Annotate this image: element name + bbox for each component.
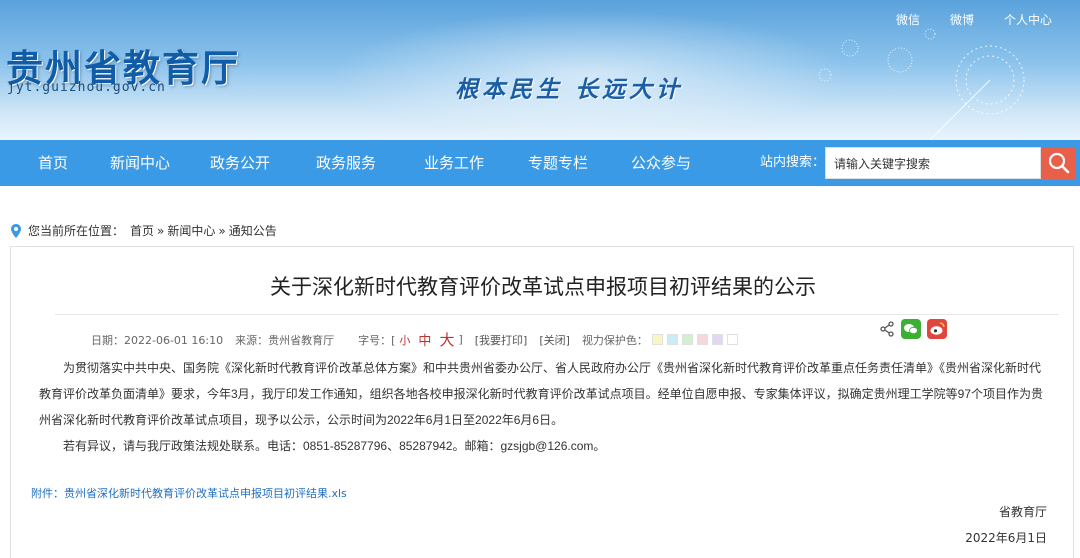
eye-care-label: 视力保护色：	[581, 333, 648, 347]
breadcrumb-separator: »	[218, 223, 226, 238]
search-label: 站内搜索：	[760, 155, 826, 170]
main-nav: 首页 新闻中心 政务公开 政务服务 业务工作 专题专栏 公众参与 站内搜索：	[0, 140, 1080, 186]
share-icon[interactable]	[879, 321, 895, 337]
breadcrumb-notices[interactable]: 通知公告	[229, 222, 277, 239]
article-meta: 日期：2022-06-01 16:10 来源：贵州省教育厅 字号：[ 小 中 大…	[91, 329, 738, 350]
top-links: 微信 微博 个人中心	[896, 11, 1052, 28]
font-size-medium[interactable]: 中	[418, 330, 431, 349]
wechat-link[interactable]: 微信	[896, 11, 920, 28]
font-size-label: 字号：[	[358, 333, 396, 347]
wechat-share-icon[interactable]	[901, 319, 921, 339]
breadcrumb-separator: »	[157, 223, 165, 238]
nav-item-business[interactable]: 业务工作	[424, 140, 484, 186]
eye-care-swatch-blue[interactable]	[666, 334, 678, 345]
dandelion-decoration	[818, 28, 1025, 140]
article-paragraph: 为贯彻落实中共中央、国务院《深化新时代教育评价改革总体方案》和中共贵州省委办公厅…	[39, 361, 1044, 427]
meta-divider	[55, 314, 1059, 315]
location-pin-icon	[11, 223, 21, 238]
article-panel: 关于深化新时代教育评价改革试点申报项目初评结果的公示 日期：2022-06-01…	[10, 246, 1074, 558]
font-size-close: ]	[458, 333, 463, 346]
search-icon	[1048, 152, 1070, 174]
breadcrumb-prefix: 您当前所在位置：	[28, 224, 125, 238]
nav-item-news[interactable]: 新闻中心	[110, 140, 170, 186]
font-size-small[interactable]: 小	[399, 332, 410, 348]
personal-center-link[interactable]: 个人中心	[1004, 11, 1052, 28]
article-date: 日期：2022-06-01 16:10	[91, 333, 224, 347]
article-body: 为贯彻落实中共中央、国务院《深化新时代教育评价改革总体方案》和中共贵州省委办公厅…	[39, 355, 1051, 459]
eye-care-swatch-pink[interactable]	[696, 334, 708, 345]
eye-care-swatch-purple[interactable]	[711, 334, 723, 345]
nav-item-home[interactable]: 首页	[38, 140, 68, 186]
header-banner: 贵州省教育厅 jyt.guizhou.gov.cn 根本民生 长远大计 微信 微…	[0, 0, 1080, 140]
close-button[interactable]: [关闭]	[539, 332, 570, 348]
share-bar	[879, 319, 947, 339]
breadcrumb: 您当前所在位置： 首页 » 新闻中心 » 通知公告	[8, 222, 277, 239]
nav-item-government-services[interactable]: 政务服务	[316, 140, 376, 186]
nav-item-special-topics[interactable]: 专题专栏	[528, 140, 588, 186]
nav-item-government-affairs[interactable]: 政务公开	[210, 140, 270, 186]
print-button[interactable]: [我要打印]	[475, 332, 528, 348]
site-domain: jyt.guizhou.gov.cn	[7, 80, 166, 95]
eye-care-swatch-white[interactable]	[726, 334, 738, 345]
breadcrumb-home[interactable]: 首页	[130, 222, 154, 239]
site-slogan: 根本民生 长远大计	[455, 76, 684, 103]
eye-care-swatch-yellow[interactable]	[651, 334, 663, 345]
font-size-large[interactable]: 大	[439, 329, 454, 350]
breadcrumb-news[interactable]: 新闻中心	[167, 222, 215, 239]
nav-item-public-participation[interactable]: 公众参与	[631, 140, 691, 186]
search-button[interactable]	[1041, 147, 1076, 179]
weibo-share-icon[interactable]	[927, 319, 947, 339]
signature-date: 2022年6月1日	[965, 531, 1047, 545]
article-source: 来源：贵州省教育厅	[235, 333, 335, 347]
attachment-link[interactable]: 附件：贵州省深化新时代教育评价改革试点申报项目初评结果.xls	[31, 485, 347, 501]
article-paragraph: 若有异议，请与我厅政策法规处联系。电话：0851-85287796、852879…	[63, 439, 606, 453]
weibo-link[interactable]: 微博	[950, 11, 974, 28]
signature-organization: 省教育厅	[998, 505, 1047, 519]
search-input[interactable]	[825, 147, 1041, 179]
article-title: 关于深化新时代教育评价改革试点申报项目初评结果的公示	[270, 275, 816, 299]
eye-care-swatch-green[interactable]	[681, 334, 693, 345]
